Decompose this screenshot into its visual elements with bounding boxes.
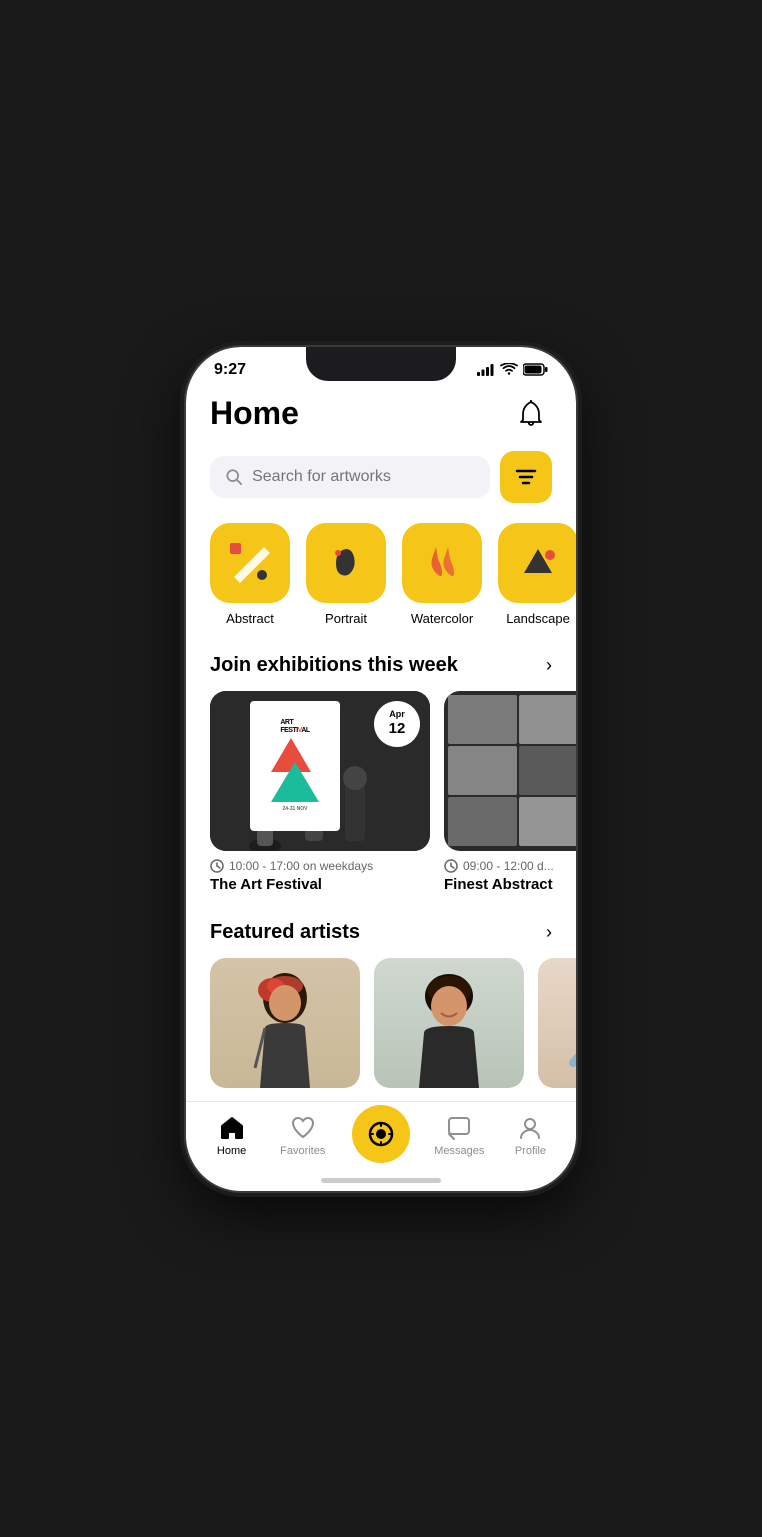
search-box[interactable]: [210, 456, 490, 498]
status-icons: [477, 363, 548, 376]
exhibitions-scroll: ARTFESTIVAL 24-31 NOV Apr 12: [186, 691, 576, 901]
clock-icon: [210, 859, 224, 873]
portrait-icon-bg: [306, 523, 386, 603]
nav-center[interactable]: [338, 1105, 423, 1167]
watercolor-label: Watercolor: [411, 611, 473, 626]
status-time: 9:27: [214, 361, 246, 379]
filter-icon: [515, 468, 537, 486]
search-icon: [226, 468, 242, 486]
messages-nav-label: Messages: [434, 1145, 484, 1157]
exhibition-name-2: Finest Abstract: [444, 876, 576, 893]
date-day: 12: [389, 720, 406, 738]
phone-screen: 9:27: [186, 347, 576, 1191]
abstract-icon-bg: [210, 523, 290, 603]
abstract-label: Abstract: [226, 611, 274, 626]
category-portrait[interactable]: Portrait: [306, 523, 386, 626]
landscape-icon-bg: [498, 523, 576, 603]
abstract-art-icon: [226, 539, 274, 587]
exhibition-time-text-2: 09:00 - 12:00 d...: [463, 859, 554, 873]
watercolor-icon-bg: [402, 523, 482, 603]
battery-icon: [523, 363, 548, 376]
notch: [306, 347, 456, 381]
festival-poster: ARTFESTIVAL 24-31 NOV: [250, 701, 340, 831]
artists-scroll: [186, 958, 576, 1096]
message-icon: [446, 1115, 472, 1141]
favorites-nav-label: Favorites: [280, 1145, 325, 1157]
heart-icon: [290, 1115, 316, 1141]
home-icon: [219, 1115, 245, 1141]
exhibitions-see-more[interactable]: ›: [546, 655, 552, 676]
portrait-art-icon: [322, 539, 370, 587]
artist-photo-2: [374, 958, 524, 1088]
center-button[interactable]: [352, 1105, 410, 1163]
category-abstract[interactable]: Abstract: [210, 523, 290, 626]
artist-silhouette-3: [558, 968, 576, 1088]
center-icon: [367, 1120, 395, 1148]
finest-abstract-image: [444, 691, 576, 851]
artist-card-3[interactable]: [538, 958, 576, 1088]
artist-silhouette-1: [230, 968, 340, 1088]
gallery-grid: [444, 691, 576, 851]
exhibition-finest-abstract[interactable]: 09:00 - 12:00 d... Finest Abstract: [444, 691, 576, 893]
art-festival-image: ARTFESTIVAL 24-31 NOV Apr 12: [210, 691, 430, 851]
content-scroll: Home: [186, 383, 576, 1137]
profile-icon: [517, 1115, 543, 1141]
page-title: Home: [210, 395, 299, 432]
signal-icon: [477, 364, 495, 376]
portrait-label: Portrait: [325, 611, 367, 626]
date-badge: Apr 12: [374, 701, 420, 747]
bell-icon: [518, 400, 544, 428]
category-landscape[interactable]: Landscape: [498, 523, 576, 626]
nav-home[interactable]: Home: [196, 1115, 267, 1157]
watercolor-art-icon: [418, 539, 466, 587]
category-watercolor[interactable]: Watercolor: [402, 523, 482, 626]
date-month: Apr: [389, 709, 405, 720]
artist-photo-3: [538, 958, 576, 1088]
clock-icon-2: [444, 859, 458, 873]
landscape-art-icon: [514, 539, 562, 587]
artists-see-more[interactable]: ›: [546, 922, 552, 943]
artists-header: Featured artists ›: [186, 901, 576, 958]
nav-messages[interactable]: Messages: [424, 1115, 495, 1157]
search-input[interactable]: [252, 468, 474, 486]
exhibition-time-2: 09:00 - 12:00 d...: [444, 859, 576, 873]
header: Home: [186, 383, 576, 451]
exhibitions-title: Join exhibitions this week: [210, 654, 458, 677]
filter-button[interactable]: [500, 451, 552, 503]
artist-card-2[interactable]: [374, 958, 524, 1088]
wifi-icon: [500, 363, 518, 376]
landscape-label: Landscape: [506, 611, 570, 626]
nav-profile[interactable]: Profile: [495, 1115, 566, 1157]
notification-button[interactable]: [510, 393, 552, 435]
artist-photo-1: [210, 958, 360, 1088]
exhibition-time-text: 10:00 - 17:00 on weekdays: [229, 859, 373, 873]
exhibitions-header: Join exhibitions this week ›: [186, 634, 576, 691]
artists-title: Featured artists: [210, 921, 360, 944]
home-nav-label: Home: [217, 1145, 246, 1157]
home-indicator: [321, 1178, 441, 1183]
search-row: [186, 451, 576, 523]
categories-scroll: Abstract Portrait: [186, 523, 576, 634]
artist-silhouette-2: [394, 968, 504, 1088]
exhibition-time: 10:00 - 17:00 on weekdays: [210, 859, 430, 873]
phone-shell: 9:27: [186, 347, 576, 1191]
profile-nav-label: Profile: [515, 1145, 546, 1157]
exhibition-name: The Art Festival: [210, 876, 430, 893]
artist-card-1[interactable]: [210, 958, 360, 1088]
exhibition-art-festival[interactable]: ARTFESTIVAL 24-31 NOV Apr 12: [210, 691, 430, 893]
nav-favorites[interactable]: Favorites: [267, 1115, 338, 1157]
